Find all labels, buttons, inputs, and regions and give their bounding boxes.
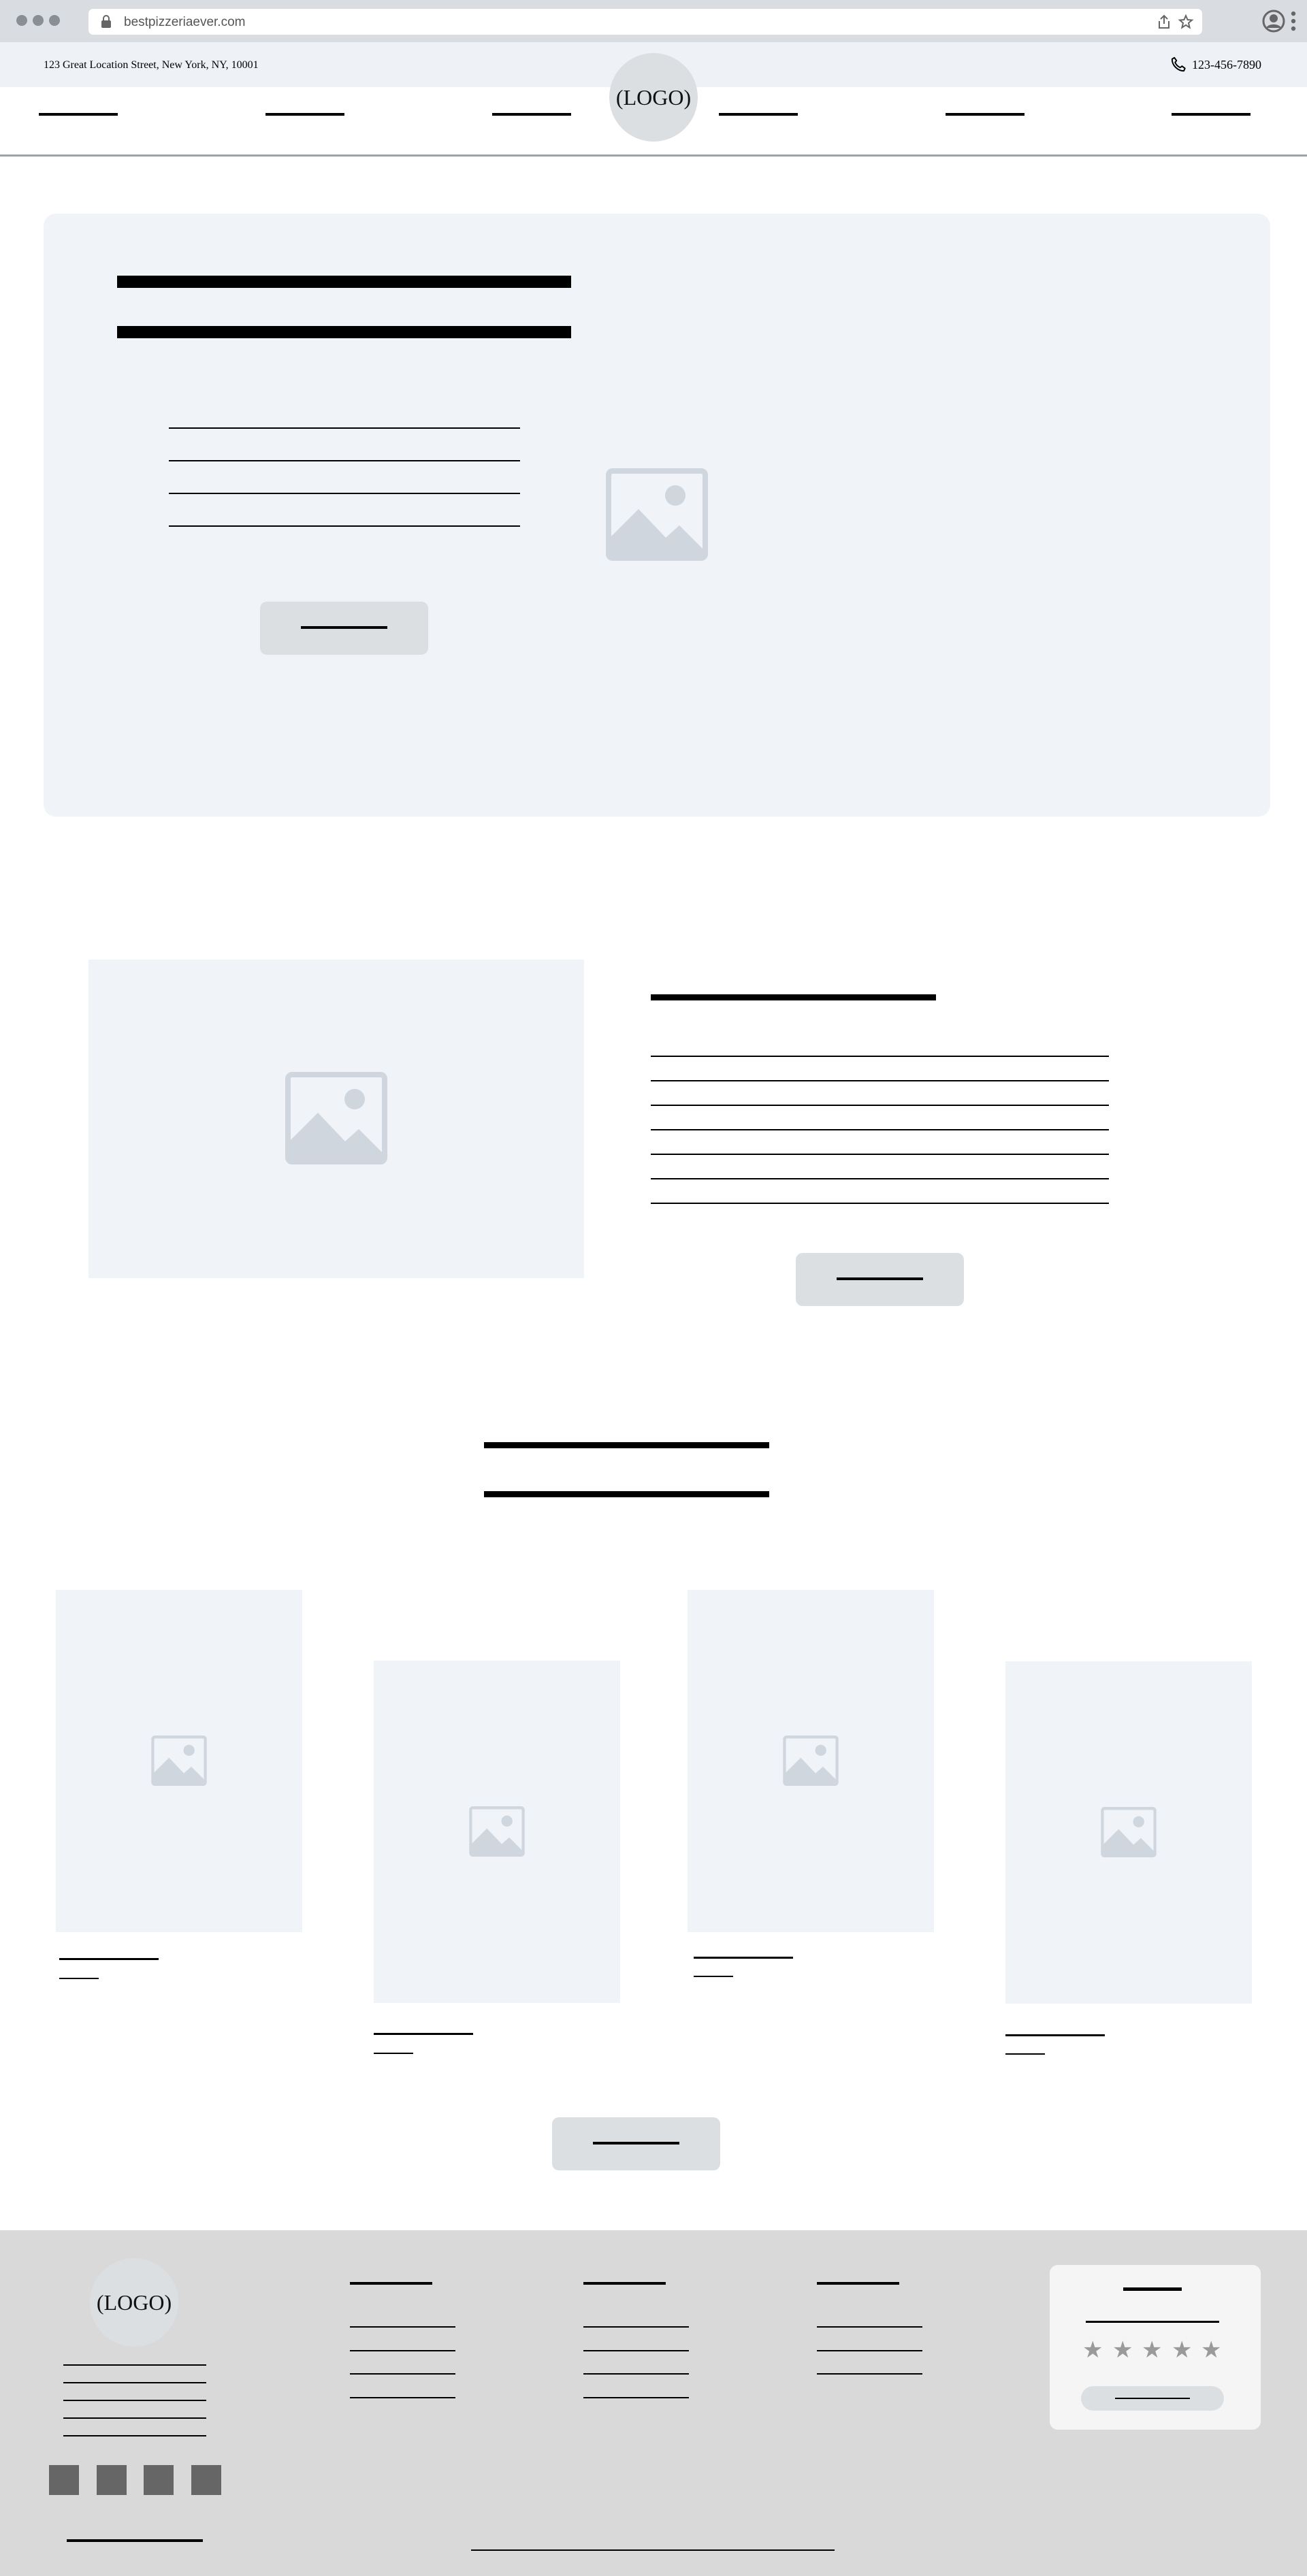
footer-contact-line (63, 2435, 206, 2436)
about-cta-button[interactable] (796, 1253, 964, 1306)
nav-link-4[interactable] (719, 113, 798, 116)
browser-chrome: bestpizzeriaever.com (0, 0, 1307, 42)
image-placeholder-icon (469, 1806, 525, 1857)
footer-link[interactable] (583, 2373, 689, 2375)
footer-link[interactable] (350, 2397, 455, 2398)
footer-link[interactable] (350, 2350, 455, 2351)
window-minimize-dot[interactable] (33, 15, 44, 26)
footer-link[interactable] (817, 2373, 922, 2375)
about-text-line-4 (651, 1129, 1109, 1130)
nav-link-6[interactable] (1172, 113, 1250, 116)
menu-card-price (374, 2053, 413, 2054)
hero-text-line-2 (169, 460, 520, 461)
nav-link-2[interactable] (265, 113, 344, 116)
image-placeholder-icon (1101, 1807, 1157, 1857)
menu-card-title[interactable] (694, 1957, 793, 1959)
nav-link-5[interactable] (946, 113, 1024, 116)
store-address: 123 Great Location Street, New York, NY,… (44, 59, 259, 71)
footer-link[interactable] (817, 2326, 922, 2328)
footer-contact-line (63, 2364, 206, 2366)
hero-text-line-3 (169, 493, 520, 494)
star-icon[interactable] (1178, 14, 1194, 30)
menu-card-title[interactable] (1005, 2034, 1105, 2036)
rating-star-icon[interactable]: ★ (1201, 2338, 1221, 2362)
section-heading-line-1 (484, 1442, 769, 1448)
footer-bottom-link[interactable] (67, 2539, 203, 2542)
footer-copyright-line (471, 2549, 835, 2551)
hero-heading-line-1 (117, 276, 571, 288)
about-text-line-5 (651, 1154, 1109, 1155)
address-bar[interactable]: bestpizzeriaever.com (88, 9, 1202, 35)
button-label-line (301, 626, 387, 629)
share-icon[interactable] (1156, 14, 1172, 30)
about-text-line-7 (651, 1203, 1109, 1204)
button-label-line (1115, 2398, 1190, 2399)
rating-star-icon[interactable]: ★ (1142, 2338, 1162, 2362)
menu-card-title[interactable] (59, 1958, 159, 1960)
footer-link[interactable] (350, 2373, 455, 2375)
about-heading (651, 994, 936, 1000)
button-label-line (837, 1277, 923, 1280)
window-maximize-dot[interactable] (49, 15, 60, 26)
menu-card-price (59, 1978, 99, 1979)
about-text-line-2 (651, 1080, 1109, 1081)
phone-number[interactable]: 123-456-7890 (1192, 58, 1261, 72)
footer-contact-line (63, 2382, 206, 2383)
rating-star-icon[interactable]: ★ (1082, 2338, 1103, 2362)
footer-column-heading (350, 2282, 432, 2285)
menu-card-title[interactable] (374, 2033, 473, 2035)
review-card-subheading (1086, 2321, 1219, 2323)
menu-card-price (1005, 2053, 1045, 2055)
header-logo[interactable]: (LOGO) (609, 53, 698, 142)
window-close-dot[interactable] (16, 15, 27, 26)
social-icon-3[interactable] (144, 2465, 174, 2495)
rating-star-icon[interactable]: ★ (1172, 2338, 1192, 2362)
phone-icon (1171, 56, 1186, 72)
image-placeholder-icon (285, 1072, 387, 1164)
footer-contact-line (63, 2400, 206, 2401)
footer-column-heading (817, 2282, 899, 2285)
social-icon-2[interactable] (97, 2465, 127, 2495)
footer-link[interactable] (817, 2350, 922, 2351)
footer-column-heading (583, 2282, 666, 2285)
hero-text-line-4 (169, 525, 520, 527)
about-text-line-3 (651, 1105, 1109, 1106)
hero-cta-button[interactable] (260, 602, 428, 655)
footer-contact-line (63, 2417, 206, 2419)
button-label-line (593, 2142, 679, 2145)
hero-text-line-1 (169, 427, 520, 429)
hero-heading-line-2 (117, 326, 571, 338)
image-placeholder-icon (151, 1735, 207, 1786)
footer-link[interactable] (583, 2350, 689, 2351)
about-text-line-6 (651, 1178, 1109, 1179)
url-text: bestpizzeriaever.com (124, 15, 246, 29)
rating-star-icon[interactable]: ★ (1112, 2338, 1133, 2362)
image-placeholder-icon (783, 1735, 839, 1786)
review-card-heading (1123, 2287, 1182, 2291)
nav-link-1[interactable] (39, 113, 118, 116)
account-icon[interactable] (1262, 10, 1285, 33)
section-heading-line-2 (484, 1491, 769, 1497)
footer-link[interactable] (583, 2397, 689, 2398)
view-menu-button[interactable] (552, 2117, 720, 2170)
lock-icon (101, 15, 111, 28)
image-placeholder-icon (606, 468, 708, 561)
about-text-line-1 (651, 1056, 1109, 1057)
menu-card-price (694, 1976, 733, 1977)
review-button[interactable] (1081, 2386, 1224, 2411)
footer-link[interactable] (583, 2326, 689, 2328)
nav-link-3[interactable] (492, 113, 571, 116)
footer-logo[interactable]: (LOGO) (90, 2258, 178, 2347)
social-icon-1[interactable] (49, 2465, 79, 2495)
more-icon[interactable] (1291, 10, 1296, 33)
social-icon-4[interactable] (191, 2465, 221, 2495)
footer-link[interactable] (350, 2326, 455, 2328)
